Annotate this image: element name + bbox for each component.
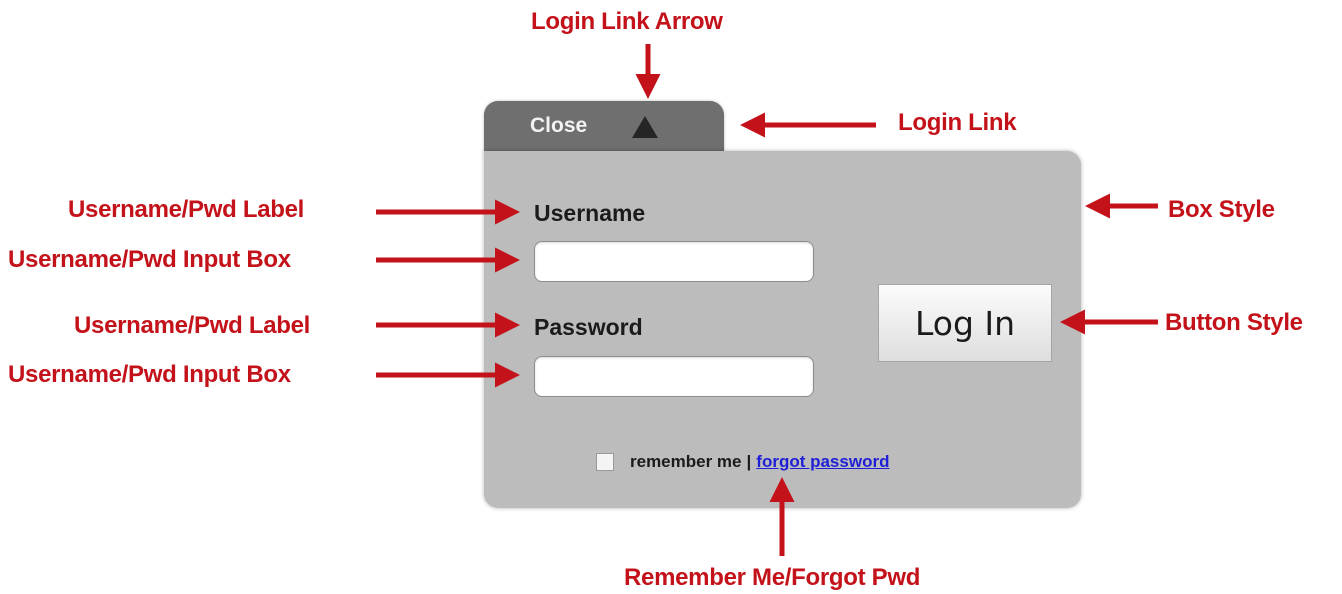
annotation-arrows [376,44,1158,556]
